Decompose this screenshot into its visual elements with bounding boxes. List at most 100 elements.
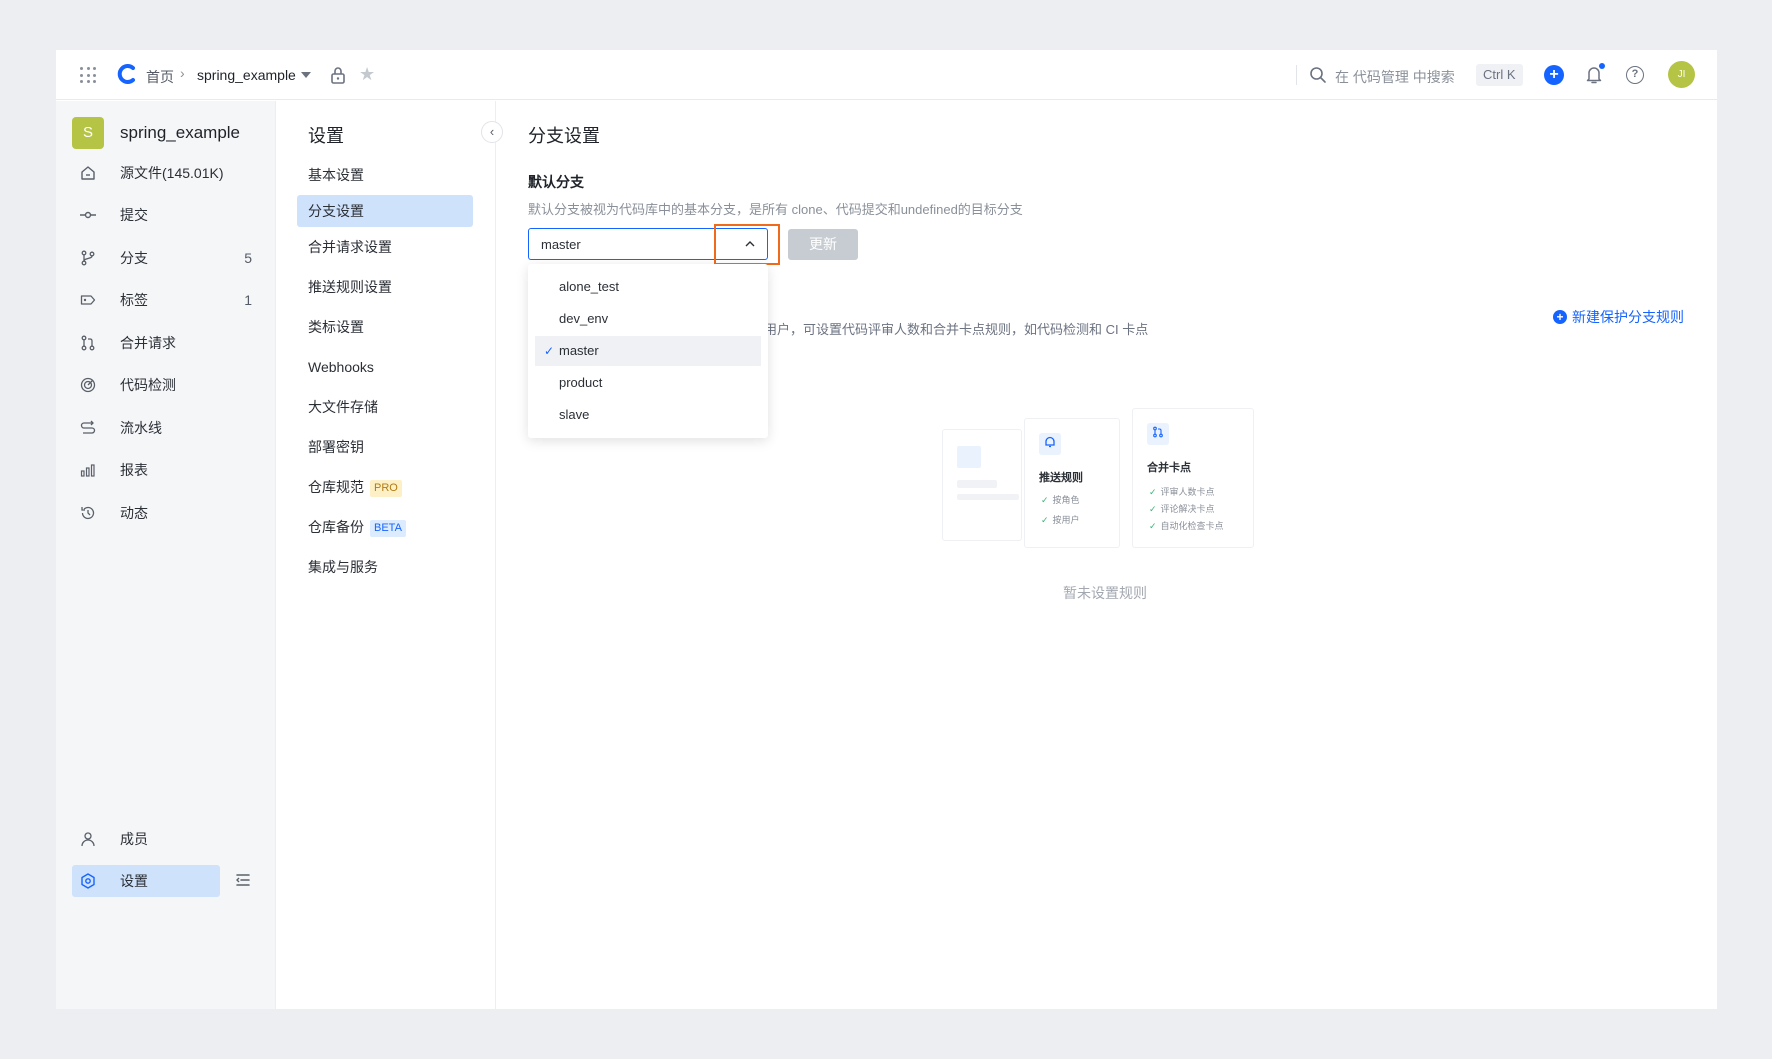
help-icon[interactable]: ? xyxy=(1626,66,1644,84)
settings-menu: 设置 基本设置 分支设置 合并请求设置 推送规则设置 类标设置 Webhooks… xyxy=(277,101,496,1009)
settings-item-repo-standards[interactable]: 仓库规范 PRO xyxy=(297,471,473,503)
sidebar-item-settings[interactable]: 设置 xyxy=(72,865,220,897)
sidebar-item-label: 提交 xyxy=(120,207,148,223)
apps-grid-icon[interactable] xyxy=(80,67,96,83)
sidebar-item-label: 标签 xyxy=(120,292,148,308)
dropdown-option[interactable]: slave xyxy=(535,400,761,430)
sidebar-item-commits[interactable]: 提交 xyxy=(72,199,260,231)
breadcrumb-home[interactable]: 首页 xyxy=(146,67,174,87)
settings-item-label: Webhooks xyxy=(308,359,374,375)
settings-item-integrations[interactable]: 集成与服务 xyxy=(297,551,473,583)
settings-item-push-rules[interactable]: 推送规则设置 xyxy=(297,271,473,303)
repo-name[interactable]: spring_example xyxy=(120,123,240,143)
sidebar-item-label: 报表 xyxy=(120,462,148,478)
commit-icon xyxy=(80,207,96,223)
sidebar-item-label: 代码检测 xyxy=(120,377,176,393)
illustration-card-push-rules: 推送规则 ✓ 按角色 ✓ 按用户 xyxy=(1024,418,1120,548)
chevron-left-icon: ‹ xyxy=(489,124,495,139)
sidebar-item-source[interactable]: 源文件(145.01K) xyxy=(72,157,260,189)
sidebar-item-label: 源文件(145.01K) xyxy=(120,165,224,181)
create-button[interactable]: + xyxy=(1544,65,1564,85)
chart-icon xyxy=(80,462,96,478)
shortcut-badge: Ctrl K xyxy=(1476,64,1523,86)
settings-item-backup[interactable]: 仓库备份 BETA xyxy=(297,511,473,543)
illustration-item: ✓ 评论解决卡点 xyxy=(1149,504,1215,514)
sidebar-item-label: 合并请求 xyxy=(120,335,176,351)
settings-title: 设置 xyxy=(308,126,344,146)
default-branch-desc: 默认分支被视为代码库中的基本分支，是所有 clone、代码提交和undefine… xyxy=(528,202,1023,217)
settings-item-branch[interactable]: 分支设置 xyxy=(297,195,473,227)
new-protect-rule-button[interactable]: + 新建保护分支规则 xyxy=(1553,307,1684,327)
repo-sidebar: S spring_example 源文件(145.01K) 提交 分支 5 标签… xyxy=(56,101,276,1009)
dropdown-option-selected[interactable]: ✓ master xyxy=(535,336,761,366)
page-title: 分支设置 xyxy=(528,126,600,146)
sidebar-item-tags[interactable]: 标签 1 xyxy=(72,284,260,316)
illustration-item: ✓ 按用户 xyxy=(1041,515,1080,525)
sidebar-item-code-scan[interactable]: 代码检测 xyxy=(72,369,260,401)
bell-icon xyxy=(1039,433,1061,455)
sidebar-item-members[interactable]: 成员 xyxy=(72,823,260,855)
breadcrumb-repo[interactable]: spring_example xyxy=(197,67,296,83)
sidebar-item-branches[interactable]: 分支 5 xyxy=(72,242,260,274)
empty-rules-text: 暂未设置规则 xyxy=(1063,585,1147,601)
settings-item-label: 集成与服务 xyxy=(308,559,378,575)
plus-circle-icon: + xyxy=(1553,310,1567,324)
history-icon xyxy=(80,505,96,521)
protect-branch-desc: 用户，可设置代码评审人数和合并卡点规则，如代码检测和 CI 卡点 xyxy=(764,322,1149,337)
notification-dot xyxy=(1599,63,1605,69)
search-input[interactable]: 在 代码管理 中搜索 xyxy=(1335,67,1455,87)
collapse-sidebar-icon[interactable] xyxy=(234,871,252,889)
search-icon[interactable] xyxy=(1309,66,1327,84)
beta-badge: BETA xyxy=(370,520,406,537)
sidebar-item-reports[interactable]: 报表 xyxy=(72,454,260,486)
merge-icon xyxy=(1147,423,1169,445)
star-icon[interactable]: ★ xyxy=(359,65,375,83)
sidebar-item-label: 设置 xyxy=(120,873,148,889)
settings-item-labels[interactable]: 类标设置 xyxy=(297,311,473,343)
repo-dropdown-icon[interactable] xyxy=(301,72,311,78)
update-button[interactable]: 更新 xyxy=(788,229,858,260)
new-rule-label: 新建保护分支规则 xyxy=(1572,309,1684,325)
sidebar-item-merge-requests[interactable]: 合并请求 xyxy=(72,327,260,359)
home-doc-icon xyxy=(80,165,96,181)
illustration-card-blank xyxy=(942,429,1022,541)
pipeline-icon xyxy=(80,420,96,436)
sidebar-item-activity[interactable]: 动态 xyxy=(72,497,260,529)
settings-item-lfs[interactable]: 大文件存储 xyxy=(297,391,473,423)
tag-icon xyxy=(80,292,96,308)
settings-item-label: 仓库规范 xyxy=(308,479,364,495)
illustration-item: ✓ 自动化检查卡点 xyxy=(1149,521,1224,531)
scan-icon xyxy=(80,377,96,393)
branch-icon xyxy=(80,250,96,266)
highlight-annotation xyxy=(714,224,780,265)
settings-item-label: 仓库备份 xyxy=(308,519,364,535)
settings-item-label: 基本设置 xyxy=(308,167,364,183)
sidebar-item-label: 流水线 xyxy=(120,420,162,436)
sidebar-item-label: 成员 xyxy=(120,831,148,847)
settings-item-merge-request[interactable]: 合并请求设置 xyxy=(297,231,473,263)
selected-branch: master xyxy=(541,237,581,252)
logo-icon[interactable] xyxy=(116,63,138,85)
settings-item-label: 大文件存储 xyxy=(308,399,378,415)
dropdown-option[interactable]: product xyxy=(535,368,761,398)
top-bar: 首页 › spring_example ★ 在 代码管理 中搜索 Ctrl K … xyxy=(56,50,1717,100)
sidebar-item-label: 分支 xyxy=(120,250,148,266)
sidebar-item-label: 动态 xyxy=(120,505,148,521)
breadcrumb-separator-icon: › xyxy=(180,65,185,81)
settings-item-label: 类标设置 xyxy=(308,319,364,335)
settings-item-basic[interactable]: 基本设置 xyxy=(297,159,473,191)
settings-item-webhooks[interactable]: Webhooks xyxy=(297,351,473,383)
settings-item-deploy-keys[interactable]: 部署密钥 xyxy=(297,431,473,463)
tag-count: 1 xyxy=(244,292,252,308)
illustration-card-merge-gates: 合并卡点 ✓ 评审人数卡点 ✓ 评论解决卡点 ✓ 自动化检查卡点 xyxy=(1132,408,1254,548)
dropdown-option[interactable]: dev_env xyxy=(535,304,761,334)
pro-badge: PRO xyxy=(370,480,402,497)
default-branch-title: 默认分支 xyxy=(528,174,584,190)
sidebar-item-pipeline[interactable]: 流水线 xyxy=(72,412,260,444)
user-avatar[interactable]: JI xyxy=(1668,61,1695,88)
dropdown-option[interactable]: alone_test xyxy=(535,272,761,302)
collapse-menu-button[interactable]: ‹ xyxy=(481,121,503,143)
illustration-item: ✓ 按角色 xyxy=(1041,495,1080,505)
repo-avatar: S xyxy=(72,117,104,149)
settings-item-label: 分支设置 xyxy=(308,203,364,219)
